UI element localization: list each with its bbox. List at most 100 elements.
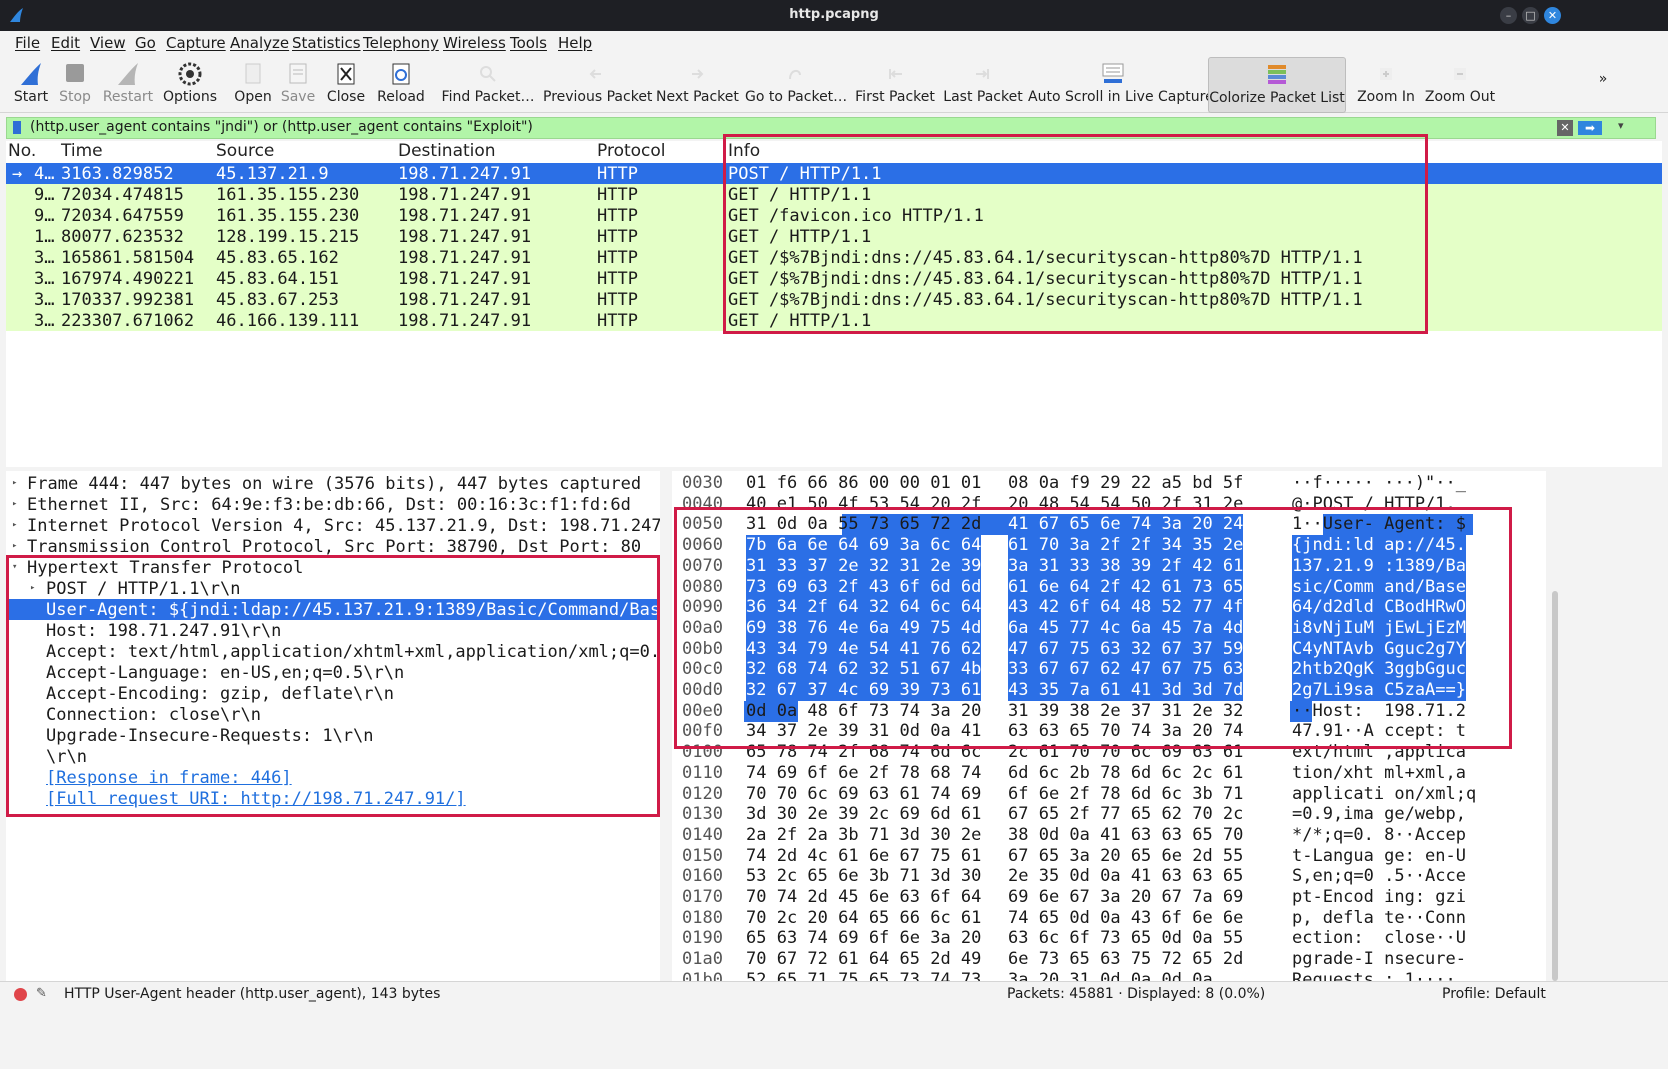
menu-edit[interactable]: Edit — [51, 34, 80, 52]
ascii-dump[interactable]: ection: close··U — [1292, 928, 1466, 949]
minimize-button[interactable]: – — [1500, 7, 1517, 24]
hex-bytes-group-2[interactable]: 67 65 2f 77 65 62 70 2c — [1008, 804, 1243, 825]
previous-packet-button[interactable]: Previous Packet — [543, 57, 652, 113]
menu-capture[interactable]: Capture — [166, 34, 226, 52]
hex-bytes-group-2[interactable]: 2e 35 0d 0a 41 63 63 65 — [1008, 866, 1243, 887]
auto-scroll-button[interactable]: Auto Scroll in Live Capture — [1028, 57, 1214, 113]
hex-row[interactable]: 0140 2a 2f 2a 3b 71 3d 30 2e 38 0d 0a 41 6… — [672, 825, 1546, 846]
hex-bytes-group-2[interactable]: 6e 73 65 63 75 72 65 2d — [1008, 949, 1243, 970]
expand-triangle-icon[interactable]: ▸ — [12, 541, 17, 551]
hex-bytes-group-1[interactable]: 74 2d 4c 61 6e 67 75 61 — [746, 846, 981, 867]
edit-comment-icon[interactable]: ✎ — [36, 986, 47, 1001]
hex-bytes-group-1[interactable]: 2a 2f 2a 3b 71 3d 30 2e — [746, 825, 981, 846]
hex-row[interactable]: 0190 65 63 74 69 6f 6e 3a 20 63 6c 6f 73 6… — [672, 928, 1546, 949]
zoom-in-button[interactable]: Zoom In — [1355, 57, 1417, 113]
tree-item-ethernet[interactable]: ▸ Ethernet II, Src: 64:9e:f3:be:db:66, Ds… — [6, 494, 660, 515]
ascii-dump[interactable]: tion/xht ml+xml,a — [1292, 763, 1466, 784]
hex-row[interactable]: 0170 70 74 2d 45 6e 63 6f 64 69 6e 67 3a 2… — [672, 887, 1546, 908]
hex-row[interactable]: 0130 3d 30 2e 39 2c 69 6d 61 67 65 2f 77 6… — [672, 804, 1546, 825]
start-capture-button[interactable]: Start — [10, 57, 52, 113]
first-packet-button[interactable]: First Packet — [853, 57, 937, 113]
menu-wireless[interactable]: Wireless — [443, 34, 506, 52]
capture-options-button[interactable]: Options — [163, 57, 217, 113]
hex-bytes-group-2[interactable]: 38 0d 0a 41 63 63 65 70 — [1008, 825, 1243, 846]
expert-info-status-icon[interactable] — [14, 988, 27, 1001]
column-header-destination[interactable]: Destination — [398, 141, 496, 162]
maximize-button[interactable]: □ — [1522, 7, 1539, 24]
next-packet-button[interactable]: Next Packet — [656, 57, 739, 113]
tree-item-frame[interactable]: ▸ Frame 444: 447 bytes on wire (3576 bits… — [6, 473, 660, 494]
menu-go[interactable]: Go — [135, 34, 156, 52]
expand-triangle-icon[interactable]: ▸ — [12, 499, 17, 509]
clear-filter-icon[interactable]: ✕ — [1557, 120, 1573, 136]
tree-item-tcp[interactable]: ▸ Transmission Control Protocol, Src Port… — [6, 536, 660, 557]
menu-tools[interactable]: Tools — [510, 34, 547, 52]
menu-telephony[interactable]: Telephony — [363, 34, 439, 52]
menu-help[interactable]: Help — [558, 34, 592, 52]
menu-statistics[interactable]: Statistics — [292, 34, 361, 52]
toolbar-overflow-button[interactable]: » — [1594, 69, 1612, 89]
display-filter-input[interactable]: (http.user_agent contains "jndi") or (ht… — [30, 119, 533, 135]
column-header-no[interactable]: No. — [8, 141, 36, 162]
apply-filter-arrow-icon[interactable]: ➡ — [1578, 121, 1602, 135]
save-file-button[interactable]: Save — [280, 57, 316, 113]
hex-row[interactable]: 0110 74 69 6f 6e 2f 78 68 74 6d 6c 2b 78 6… — [672, 763, 1546, 784]
hex-row[interactable]: 0160 53 2c 65 6e 3b 71 3d 30 2e 35 0d 0a 4… — [672, 866, 1546, 887]
menu-view[interactable]: View — [90, 34, 126, 52]
hex-bytes-group-1[interactable]: 74 69 6f 6e 2f 78 68 74 — [746, 763, 981, 784]
expand-triangle-icon[interactable]: ▸ — [12, 478, 17, 488]
ascii-dump[interactable]: pt-Encod ing: gzi — [1292, 887, 1466, 908]
hex-bytes-group-1[interactable]: 3d 30 2e 39 2c 69 6d 61 — [746, 804, 981, 825]
hex-bytes-group-1[interactable]: 70 74 2d 45 6e 63 6f 64 — [746, 887, 981, 908]
hex-bytes-group-1[interactable]: 70 2c 20 64 65 66 6c 61 — [746, 908, 981, 929]
zoom-out-button[interactable]: Zoom Out — [1424, 57, 1496, 113]
hex-bytes-group-1[interactable]: 53 2c 65 6e 3b 71 3d 30 — [746, 866, 981, 887]
hex-bytes-group-1[interactable]: 01 f6 66 86 00 00 01 01 — [746, 473, 981, 494]
hex-bytes-group-2[interactable]: 08 0a f9 29 22 a5 bd 5f — [1008, 473, 1243, 494]
hex-bytes-group-2[interactable]: 74 65 0d 0a 43 6f 6e 6e — [1008, 908, 1243, 929]
ascii-dump[interactable]: pgrade-I nsecure- — [1292, 949, 1466, 970]
tree-item-ipv4[interactable]: ▸ Internet Protocol Version 4, Src: 45.13… — [6, 515, 660, 536]
ascii-dump[interactable]: applicati on/xml;q — [1292, 784, 1476, 805]
find-packet-button[interactable]: Find Packet… — [440, 57, 536, 113]
hex-bytes-group-2[interactable]: 63 6c 6f 73 65 0d 0a 55 — [1008, 928, 1243, 949]
close-window-button[interactable]: ✕ — [1544, 7, 1561, 24]
bookmark-icon[interactable] — [13, 121, 21, 134]
last-packet-button[interactable]: Last Packet — [943, 57, 1023, 113]
menu-file[interactable]: File — [15, 34, 40, 52]
hex-bytes-group-1[interactable]: 65 63 74 69 6f 6e 3a 20 — [746, 928, 981, 949]
status-profile[interactable]: Profile: Default — [1442, 986, 1546, 1002]
hex-bytes-group-1[interactable]: 70 67 72 61 64 65 2d 49 — [746, 949, 981, 970]
close-file-button[interactable]: Close — [325, 57, 367, 113]
ascii-dump[interactable]: */*;q=0. 8··Accep — [1292, 825, 1466, 846]
ascii-dump[interactable]: t-Langua ge: en-U — [1292, 846, 1466, 867]
hex-row[interactable]: 0030 01 f6 66 86 00 00 01 01 08 0a f9 29 2… — [672, 473, 1546, 494]
ascii-dump[interactable]: ··f····· ···)"··_ — [1292, 473, 1466, 494]
restart-capture-button[interactable]: Restart — [102, 57, 154, 113]
hex-row[interactable]: 0120 70 70 6c 69 63 61 74 69 6f 6e 2f 78 6… — [672, 784, 1546, 805]
colorize-packet-list-button[interactable]: Colorize Packet List — [1208, 57, 1346, 113]
hex-row[interactable]: 01a0 70 67 72 61 64 65 2d 49 6e 73 65 63 7… — [672, 949, 1546, 970]
expand-triangle-icon[interactable]: ▸ — [12, 520, 17, 530]
stop-capture-button[interactable]: Stop — [56, 57, 94, 113]
hex-row[interactable]: 0150 74 2d 4c 61 6e 67 75 61 67 65 3a 20 6… — [672, 846, 1546, 867]
reload-file-button[interactable]: Reload — [376, 57, 426, 113]
ascii-dump[interactable]: =0.9,ima ge/webp, — [1292, 804, 1466, 825]
ascii-dump[interactable]: S,en;q=0 .5··Acce — [1292, 866, 1466, 887]
hex-bytes-group-1[interactable]: 70 70 6c 69 63 61 74 69 — [746, 784, 981, 805]
hex-bytes-group-2[interactable]: 6f 6e 2f 78 6d 6c 3b 71 — [1008, 784, 1243, 805]
go-to-packet-button[interactable]: Go to Packet… — [745, 57, 847, 113]
hex-bytes-group-2[interactable]: 67 65 3a 20 65 6e 2d 55 — [1008, 846, 1243, 867]
column-header-protocol[interactable]: Protocol — [597, 141, 666, 162]
hex-bytes-group-2[interactable]: 69 6e 67 3a 20 67 7a 69 — [1008, 887, 1243, 908]
column-header-source[interactable]: Source — [216, 141, 274, 162]
menu-analyze[interactable]: Analyze — [230, 34, 289, 52]
filter-history-dropdown-icon[interactable]: ▾ — [1618, 119, 1624, 132]
hex-bytes-group-2[interactable]: 6d 6c 2b 78 6d 6c 2c 61 — [1008, 763, 1243, 784]
bytes-vertical-scrollbar[interactable] — [1552, 591, 1558, 981]
open-file-button[interactable]: Open — [233, 57, 273, 113]
column-header-time[interactable]: Time — [61, 141, 103, 162]
ascii-dump[interactable]: p, defla te··Conn — [1292, 908, 1466, 929]
ascii-dump[interactable]: 1··User- Agent: $ — [1292, 514, 1466, 535]
hex-row[interactable]: 0180 70 2c 20 64 65 66 6c 61 74 65 0d 0a 4… — [672, 908, 1546, 929]
